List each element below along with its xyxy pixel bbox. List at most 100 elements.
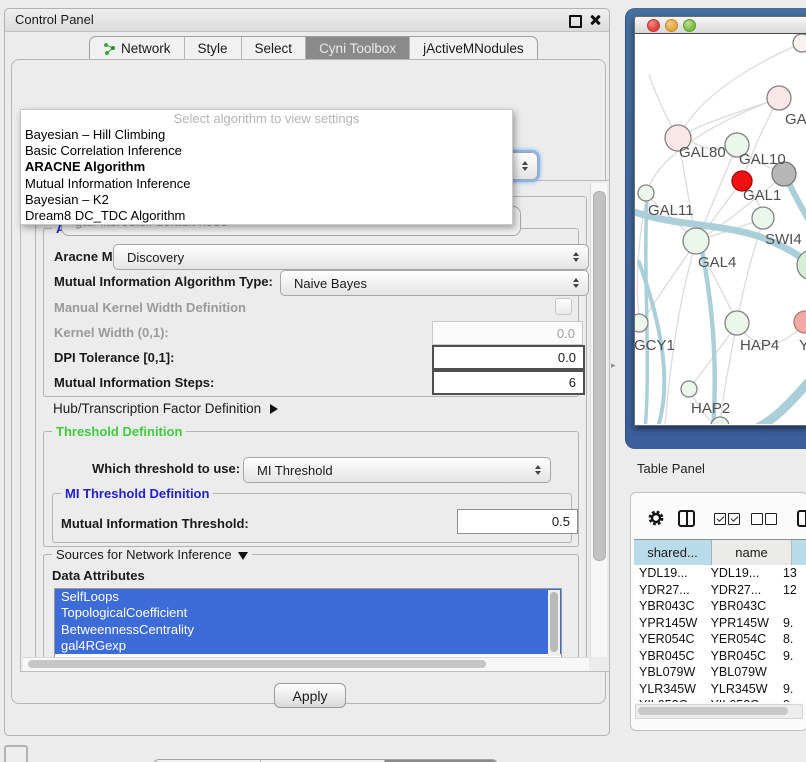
network-node-hap4[interactable] <box>725 311 749 335</box>
aracne-mode-value: Discovery <box>127 250 184 265</box>
algorithm-option-mutual-information-inference[interactable]: Mutual Information Inference <box>21 176 512 192</box>
table-row[interactable]: YIL052CYIL052C9. <box>634 697 806 702</box>
table-cell[interactable]: YPR145W <box>706 615 779 632</box>
table-cell[interactable]: YDL19... <box>706 565 779 582</box>
column-header-a[interactable]: A <box>792 540 806 566</box>
table-header-row: shared...nameA <box>634 539 806 567</box>
table-cell[interactable]: 8. <box>779 631 806 648</box>
zoom-traffic-light-icon[interactable] <box>683 19 696 32</box>
table-row[interactable]: YER054CYER054C8. <box>634 631 806 648</box>
close-traffic-light-icon[interactable] <box>647 19 660 32</box>
network-node-swi4[interactable] <box>752 207 774 229</box>
tab-cyni-toolbox[interactable]: Cyni Toolbox <box>306 37 410 60</box>
table-cell[interactable]: YDR27... <box>706 582 779 599</box>
attributes-scrollbar[interactable] <box>548 590 560 656</box>
network-node-y[interactable] <box>794 311 806 333</box>
table-horizontal-scrollbar[interactable] <box>635 704 803 719</box>
attribute-item-betweennesscentrality[interactable]: BetweennessCentrality <box>55 622 561 638</box>
network-canvas[interactable]: GALGAL80GAL10GAL1GAL11SWI4GAL4GCY1HAP4YH… <box>635 34 806 424</box>
table-cell[interactable]: YBR043C <box>634 598 706 615</box>
column-header-shared[interactable]: shared... <box>634 540 712 566</box>
float-icon[interactable] <box>569 15 582 28</box>
table-cell[interactable]: YLR345W <box>634 681 706 698</box>
network-node-gal[interactable] <box>767 86 791 110</box>
table-cell[interactable]: 12 <box>779 582 806 599</box>
close-icon[interactable] <box>589 14 601 26</box>
mi-threshold-label: Mutual Information Threshold: <box>61 516 249 531</box>
deselect-all-checkbox-icon2[interactable] <box>765 513 777 525</box>
kernel-width-value: 0.0 <box>557 326 575 341</box>
table-horizontal-scrollbar-thumb[interactable] <box>638 707 788 715</box>
apply-button[interactable]: Apply <box>274 683 346 708</box>
table-cell[interactable]: YBR045C <box>706 648 779 665</box>
network-node-hap2[interactable] <box>681 381 697 397</box>
table-row[interactable]: YBL079WYBL079W <box>634 664 806 681</box>
select-all-checkbox-icon[interactable] <box>714 513 726 525</box>
attribute-item-selfloops[interactable]: SelfLoops <box>55 589 561 605</box>
table-cell[interactable]: 9. <box>779 648 806 665</box>
splitter-arrow-icon[interactable]: ▸ <box>611 360 616 371</box>
which-threshold-combo[interactable]: MI Threshold <box>243 457 551 483</box>
attribute-item-topologicalcoefficient[interactable]: TopologicalCoefficient <box>55 605 561 621</box>
table-cell[interactable]: YER054C <box>706 631 779 648</box>
network-node-gcy1[interactable] <box>635 314 648 332</box>
mi-steps-field[interactable]: 6 <box>432 370 585 395</box>
columns-icon[interactable] <box>678 510 695 527</box>
settings-vertical-scrollbar-thumb[interactable] <box>593 191 606 561</box>
table-row[interactable]: YDR27...YDR27...12 <box>634 582 806 599</box>
minimize-traffic-light-icon[interactable] <box>665 19 678 32</box>
partial-toolbar-icon[interactable] <box>797 510 806 527</box>
table-row[interactable]: YDL19...YDL19...13 <box>634 565 806 582</box>
tab-style[interactable]: Style <box>185 37 242 60</box>
table-cell[interactable]: 9. <box>779 697 806 702</box>
table-row[interactable]: YPR145WYPR145W9. <box>634 615 806 632</box>
select-all-checkbox-icon2[interactable] <box>728 513 740 525</box>
mi-algorithm-type-combo[interactable]: Naive Bayes <box>280 270 589 296</box>
table-cell[interactable]: 9. <box>779 615 806 632</box>
column-header-name[interactable]: name <box>712 540 792 566</box>
table-cell[interactable]: YPR145W <box>634 615 706 632</box>
algorithm-option-bayesian-k2[interactable]: Bayesian – K2 <box>21 192 512 208</box>
algorithm-option-dream8-dc-tdc-algorithm[interactable]: Dream8 DC_TDC Algorithm <box>21 208 512 224</box>
table-cell[interactable]: YBL079W <box>634 664 706 681</box>
table-cell[interactable]: YBR045C <box>634 648 706 665</box>
attributes-scrollbar-thumb[interactable] <box>550 592 558 652</box>
apply-button-label: Apply <box>292 688 327 704</box>
hub-definition-expander[interactable]: Hub/Transcription Factor Definition <box>53 401 278 416</box>
table-cell[interactable]: YER054C <box>634 631 706 648</box>
table-cell[interactable] <box>779 598 806 615</box>
table-row[interactable]: YLR345WYLR345W9. <box>634 681 806 698</box>
tab-network[interactable]: Network <box>90 37 185 60</box>
table-cell[interactable] <box>779 664 806 681</box>
table-cell[interactable]: YLR345W <box>706 681 779 698</box>
table-cell[interactable]: 13 <box>779 565 806 582</box>
minimized-panel-button[interactable] <box>4 745 28 762</box>
table-cell[interactable]: YIL052C <box>706 697 779 702</box>
aracne-mode-combo[interactable]: Discovery <box>113 244 589 270</box>
algorithm-option-basic-correlation-inference[interactable]: Basic Correlation Inference <box>21 143 512 159</box>
tab-jactivemnodules[interactable]: jActiveMNodules <box>410 37 537 60</box>
network-node-gal4[interactable] <box>683 228 709 254</box>
network-node[interactable] <box>793 34 806 52</box>
table-cell[interactable]: YBR043C <box>706 598 779 615</box>
table-cell[interactable]: YDL19... <box>634 565 706 582</box>
manual-kernel-width-checkbox[interactable] <box>555 298 572 315</box>
tab-select[interactable]: Select <box>242 37 307 60</box>
settings-horizontal-scrollbar[interactable] <box>23 657 589 671</box>
mi-threshold-field[interactable]: 0.5 <box>457 509 578 534</box>
deselect-all-checkbox-icon[interactable] <box>751 513 763 525</box>
network-node-gal11[interactable] <box>638 185 654 201</box>
dpi-tolerance-field[interactable]: 0.0 <box>432 345 585 370</box>
algorithm-option-bayesian-hill-climbing[interactable]: Bayesian – Hill Climbing <box>21 127 512 143</box>
table-cell[interactable]: YIL052C <box>634 697 706 702</box>
algorithm-option-aracne-algorithm[interactable]: ARACNE Algorithm <box>21 159 512 175</box>
settings-vertical-scrollbar[interactable] <box>590 183 607 657</box>
attribute-item-gal4rgexp[interactable]: gal4RGexp <box>55 638 561 654</box>
table-row[interactable]: YBR043CYBR043C <box>634 598 806 615</box>
table-cell[interactable]: YDR27... <box>634 582 706 599</box>
settings-horizontal-scrollbar-thumb[interactable] <box>28 660 486 668</box>
gear-icon[interactable] <box>647 509 665 527</box>
table-cell[interactable]: YBL079W <box>706 664 779 681</box>
table-row[interactable]: YBR045CYBR045C9. <box>634 648 806 665</box>
table-cell[interactable]: 9. <box>779 681 806 698</box>
